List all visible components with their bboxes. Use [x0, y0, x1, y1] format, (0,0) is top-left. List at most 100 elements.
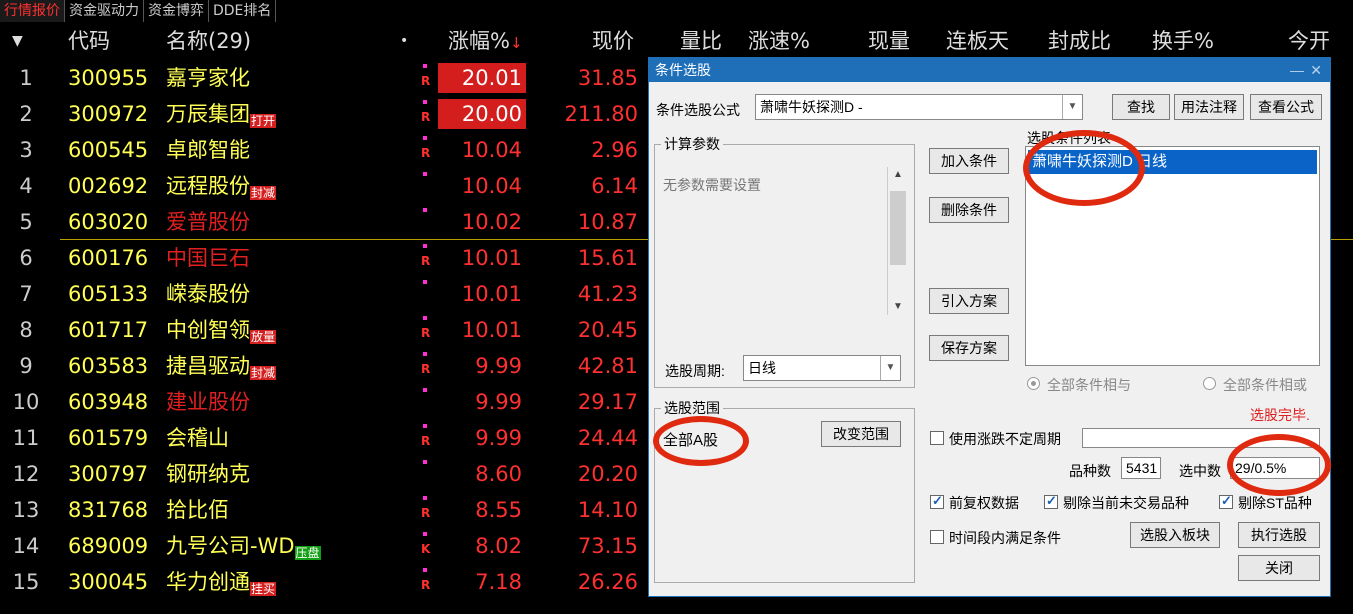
stock-name[interactable]: 嘉亨家化	[166, 60, 250, 96]
row-index: 11	[12, 426, 40, 450]
stock-name[interactable]: 远程股份封减	[166, 168, 277, 204]
col-change-pct[interactable]: 涨幅%↓	[448, 22, 523, 62]
tab-fund-drive[interactable]: 资金驱动力	[65, 0, 144, 22]
stock-name[interactable]: 嵘泰股份	[166, 276, 250, 312]
stock-name-text: 中创智领	[166, 318, 250, 342]
radio-all-or[interactable]	[1203, 377, 1216, 390]
col-open[interactable]: 今开	[1288, 22, 1330, 60]
tab-fund-game[interactable]: 资金博弈	[144, 0, 209, 22]
stock-code[interactable]: 689009	[68, 528, 148, 564]
period-select[interactable]: 日线 ▼	[743, 355, 901, 381]
minimize-icon[interactable]: —	[1290, 58, 1304, 82]
chevron-down-icon[interactable]: ▼	[880, 356, 900, 380]
stock-code[interactable]: 605133	[68, 276, 148, 312]
tab-dde-rank[interactable]: DDE排名	[209, 0, 277, 22]
col-turnover[interactable]: 换手%	[1152, 22, 1214, 60]
col-code[interactable]: 代码	[68, 22, 110, 60]
stock-name-text: 卓郎智能	[166, 138, 250, 162]
dialog-title: 条件选股	[655, 62, 711, 78]
chevron-down-icon[interactable]: ▼	[1062, 95, 1082, 119]
stock-code[interactable]: 603948	[68, 384, 148, 420]
delete-condition-button[interactable]: 删除条件	[929, 197, 1009, 223]
stock-name[interactable]: 捷昌驱动封减	[166, 348, 277, 384]
col-change-pct-label: 涨幅%	[448, 29, 510, 53]
scroll-down-icon[interactable]: ▼	[893, 301, 903, 312]
add-condition-button[interactable]: 加入条件	[929, 148, 1009, 174]
stock-name[interactable]: 会稽山	[166, 420, 229, 456]
stock-name[interactable]: 中创智领放量	[166, 312, 277, 348]
current-price: 26.26	[577, 570, 638, 594]
tab-quotes[interactable]: 行情报价	[0, 0, 65, 22]
stock-code[interactable]: 600545	[68, 132, 148, 168]
scroll-thumb[interactable]	[890, 191, 906, 265]
stock-code[interactable]: 300955	[68, 60, 148, 96]
stock-name[interactable]: 钢研纳克	[166, 456, 250, 492]
radio-all-and-label: 全部条件相与	[1047, 377, 1131, 393]
params-scrollbar[interactable]: ▲ ▼	[887, 167, 907, 315]
scroll-up-icon[interactable]: ▲	[893, 169, 903, 180]
change-range-button[interactable]: 改变范围	[821, 421, 901, 447]
stock-name[interactable]: 建业股份	[166, 384, 250, 420]
stock-name[interactable]: 九号公司-WD压盘	[166, 528, 321, 564]
stock-code[interactable]: 601717	[68, 312, 148, 348]
stock-name[interactable]: 中国巨石	[166, 240, 250, 276]
row-flag: R	[420, 420, 432, 456]
close-icon[interactable]: ✕	[1310, 58, 1322, 82]
current-price: 14.10	[577, 498, 638, 522]
row-index: 1	[19, 66, 33, 90]
col-vol-ratio[interactable]: 量比	[680, 22, 722, 60]
marker-dot-icon	[423, 388, 427, 392]
stock-code[interactable]: 300045	[68, 564, 148, 600]
marker-dot-icon	[423, 136, 427, 140]
find-button[interactable]: 查找	[1112, 94, 1170, 120]
col-limit-days[interactable]: 连板天	[946, 22, 1009, 60]
current-price: 6.14	[591, 174, 638, 198]
radio-all-and[interactable]	[1027, 377, 1040, 390]
stock-code[interactable]: 831768	[68, 492, 148, 528]
stock-name[interactable]: 华力创通挂买	[166, 564, 277, 600]
status-badge: 挂买	[250, 582, 277, 596]
use-period-checkbox[interactable]	[930, 431, 944, 445]
row-index: 6	[19, 246, 33, 270]
col-speed[interactable]: 涨速%	[748, 22, 810, 60]
stock-name[interactable]: 卓郎智能	[166, 132, 250, 168]
col-seal-ratio[interactable]: 封成比	[1048, 22, 1111, 60]
stock-code[interactable]: 603583	[68, 348, 148, 384]
dialog-titlebar[interactable]: 条件选股 — ✕	[649, 58, 1330, 82]
save-scheme-button[interactable]: 保存方案	[929, 335, 1009, 361]
exclude-st-checkbox[interactable]	[1219, 493, 1233, 509]
marker-dot-icon	[423, 496, 427, 500]
stock-code[interactable]: 300972	[68, 96, 148, 132]
stock-name[interactable]: 拾比佰	[166, 492, 229, 528]
stock-code[interactable]: 600176	[68, 240, 148, 276]
add-to-block-button[interactable]: 选股入板块	[1130, 522, 1220, 548]
top-tab-bar: 行情报价 资金驱动力 资金博弈 DDE排名	[0, 0, 277, 22]
execute-screen-button[interactable]: 执行选股	[1238, 522, 1320, 548]
stock-code[interactable]: 002692	[68, 168, 148, 204]
adjusted-data-checkbox[interactable]	[930, 493, 944, 509]
stock-name-text: 华力创通	[166, 570, 250, 594]
row-flag: R	[420, 60, 432, 96]
exclude-untraded-checkbox[interactable]	[1044, 493, 1058, 509]
current-price: 211.80	[564, 102, 638, 126]
col-price[interactable]: 现价	[592, 22, 634, 60]
status-text: 选股完毕.	[1250, 407, 1310, 423]
col-name[interactable]: 名称(29)	[166, 22, 251, 60]
annotation-ellipse	[1023, 130, 1145, 206]
timeframe-checkbox[interactable]	[930, 530, 944, 544]
sort-menu-icon[interactable]: ▼	[12, 22, 23, 60]
view-formula-button[interactable]: 查看公式	[1250, 94, 1322, 120]
flag-letter: R	[421, 326, 431, 340]
import-scheme-button[interactable]: 引入方案	[929, 288, 1009, 314]
stock-code[interactable]: 603020	[68, 204, 148, 240]
stock-code[interactable]: 601579	[68, 420, 148, 456]
row-index: 2	[19, 102, 33, 126]
close-button[interactable]: 关闭	[1238, 555, 1320, 581]
stock-name[interactable]: 爱普股份	[166, 204, 250, 240]
stock-name[interactable]: 万辰集团打开	[166, 96, 277, 132]
usage-notes-button[interactable]: 用法注释	[1174, 94, 1244, 120]
stock-code[interactable]: 300797	[68, 456, 148, 492]
col-volume[interactable]: 现量	[868, 22, 910, 60]
formula-select[interactable]: 萧啸牛妖探测D - ▼	[755, 94, 1083, 120]
flag-letter: R	[421, 506, 431, 520]
